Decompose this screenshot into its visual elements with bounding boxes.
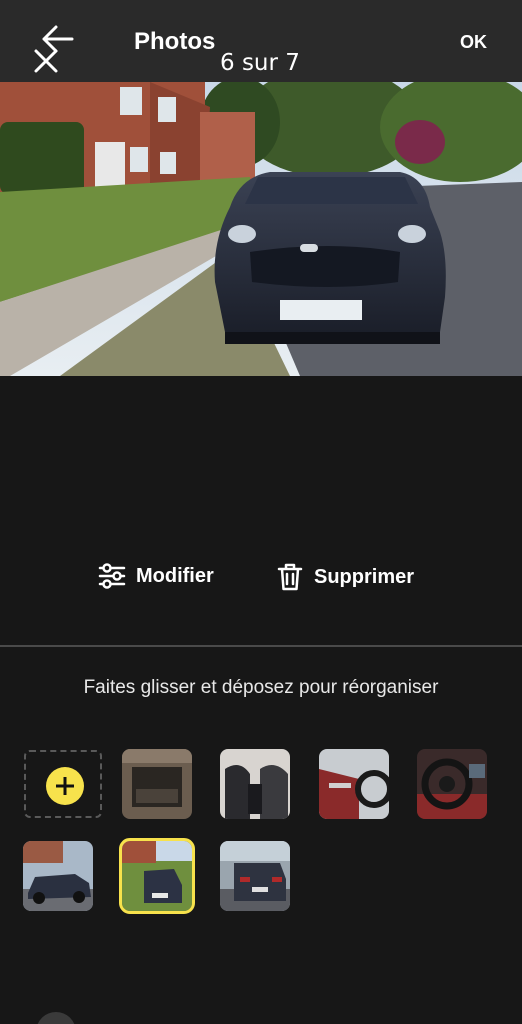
add-photo-button[interactable] — [24, 750, 102, 818]
trash-icon — [277, 563, 303, 591]
divider — [0, 645, 522, 647]
thumbnail-side-view[interactable] — [23, 841, 93, 911]
reorder-hint: Faites glisser et déposez pour réorganis… — [83, 677, 439, 698]
thumbnail-front-view[interactable] — [119, 838, 195, 914]
home-indicator[interactable] — [36, 1012, 76, 1024]
thumbnail-trunk[interactable] — [122, 749, 192, 819]
plus-icon — [46, 767, 84, 805]
page-title: Photos — [134, 28, 216, 55]
delete-button[interactable]: Supprimer — [276, 562, 414, 592]
close-icon[interactable] — [33, 48, 59, 74]
edit-button[interactable]: Modifier — [98, 562, 214, 590]
delete-label: Supprimer — [314, 565, 415, 588]
thumbnail-steering-wheel[interactable] — [417, 749, 487, 819]
thumbnail-interior-seats[interactable] — [220, 749, 290, 819]
photo-counter: 6 sur 7 — [220, 50, 300, 76]
thumbnail-door-interior[interactable] — [319, 749, 389, 819]
photo-actions: Modifier Supprimer — [0, 558, 522, 598]
ok-button[interactable]: OK — [460, 32, 487, 53]
sliders-icon — [98, 563, 126, 589]
main-photo — [0, 82, 522, 376]
edit-label: Modifier — [136, 564, 214, 587]
thumbnail-rear-view[interactable] — [220, 841, 290, 911]
top-bar: Photos 6 sur 7 OK — [0, 0, 522, 82]
